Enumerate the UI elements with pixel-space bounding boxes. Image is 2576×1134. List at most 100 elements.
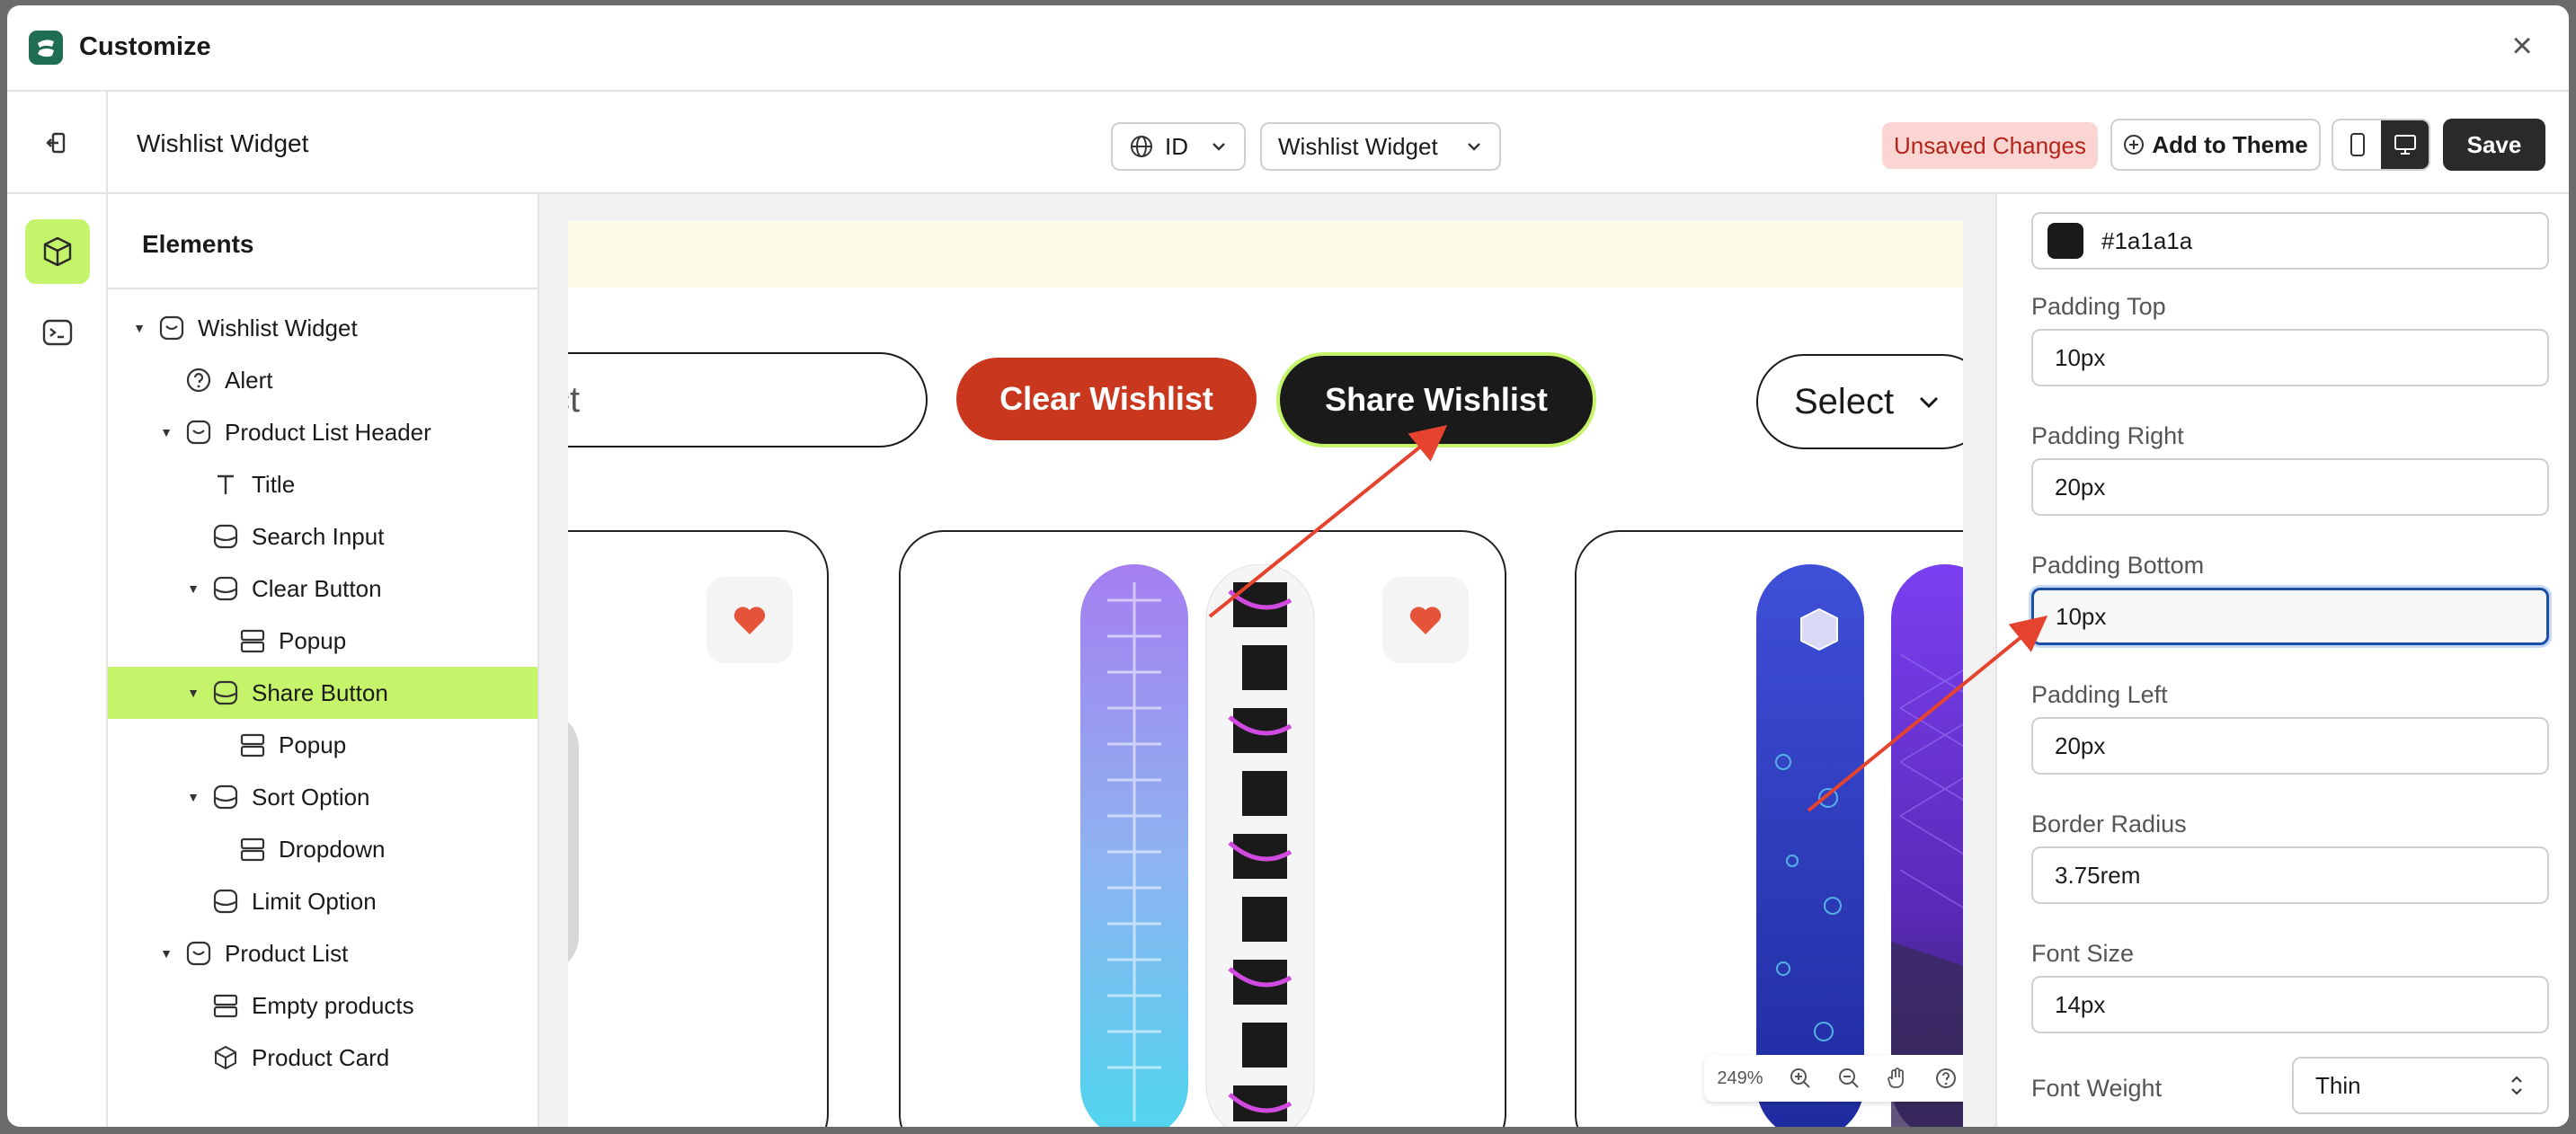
tree-item[interactable]: ▼ Wishlist Widget (108, 302, 537, 354)
tree-item[interactable]: Product Card (108, 1032, 537, 1084)
tree-item-label: Search Input (252, 522, 385, 550)
product-image (1756, 564, 1963, 1127)
pan-hand-icon[interactable] (1873, 1067, 1922, 1090)
product-image (1080, 564, 1315, 1127)
tree-item[interactable]: Dropdown (108, 823, 537, 875)
widget-select[interactable]: Wishlist Widget (1260, 122, 1501, 171)
widget-value: Wishlist Widget (1278, 132, 1438, 160)
add-to-theme-button[interactable]: Add to Theme (2110, 119, 2321, 171)
block-icon (210, 678, 241, 708)
tree-item-label: Limit Option (252, 887, 377, 915)
sort-select-value: Select (1794, 381, 1895, 421)
cube-icon (43, 236, 72, 267)
globe-icon (1131, 136, 1152, 157)
tree-item[interactable]: ▼ Share Button (108, 667, 537, 719)
heart-icon (733, 607, 766, 634)
divider (108, 288, 537, 289)
field-input[interactable]: 10px (2031, 329, 2549, 386)
sort-select[interactable]: Select (1756, 354, 1963, 449)
editor-header: Wishlist Widget ID Wishlist Widget Unsav… (7, 92, 2569, 194)
block-icon (210, 573, 241, 604)
field-label: Border Radius (2031, 811, 2187, 837)
tree-item-label: Sort Option (252, 783, 370, 811)
heart-icon (1409, 607, 1442, 634)
block-icon (210, 886, 241, 917)
tree-item[interactable]: ▼ Clear Button (108, 563, 537, 615)
exit-button[interactable] (7, 92, 108, 194)
title-bar: Customize × (7, 5, 2569, 92)
field-input[interactable]: 20px (2031, 717, 2549, 775)
tree-item[interactable]: ▼ Product List (108, 927, 537, 979)
caret-down-icon[interactable]: ▼ (156, 425, 176, 439)
clear-wishlist-button[interactable]: Clear Wishlist (956, 358, 1257, 440)
tree-item[interactable]: Popup (108, 615, 537, 667)
search-input[interactable]: ct (568, 352, 928, 447)
color-swatch[interactable] (2047, 223, 2083, 259)
tree-item-label: Product List Header (225, 418, 431, 446)
tree-item[interactable]: Title (108, 458, 537, 510)
language-select[interactable]: ID (1111, 122, 1246, 171)
device-toggle (2332, 119, 2430, 171)
zoom-out-icon[interactable] (1825, 1067, 1873, 1090)
desktop-view-button[interactable] (2381, 120, 2429, 169)
chevron-down-icon (1212, 143, 1225, 151)
tree-item[interactable]: ▼ Product List Header (108, 406, 537, 458)
code-tab[interactable] (25, 300, 90, 365)
font-weight-value: Thin (2315, 1071, 2361, 1099)
preview-frame: ct Clear Wishlist Share Wishlist Select (568, 221, 1963, 1127)
layout-icon (237, 730, 268, 760)
tree-item[interactable]: Search Input (108, 510, 537, 563)
font-weight-label: Font Weight (2031, 1075, 2163, 1102)
field-label: Padding Right (2031, 422, 2184, 449)
mobile-view-button[interactable] (2333, 120, 2381, 169)
tree-item[interactable]: ▼ Sort Option (108, 771, 537, 823)
caret-down-icon[interactable]: ▼ (183, 581, 203, 596)
chevron-down-icon (1468, 143, 1480, 151)
help-icon[interactable] (1922, 1067, 1963, 1090)
caret-down-icon[interactable]: ▼ (129, 321, 149, 335)
caret-down-icon[interactable]: ▼ (183, 790, 203, 804)
canvas[interactable]: ct Clear Wishlist Share Wishlist Select (539, 194, 1995, 1127)
zoom-toolbar: 249% (1704, 1055, 1963, 1102)
zoom-level: 249% (1717, 1068, 1763, 1088)
elements-title: Elements (142, 230, 254, 258)
product-card[interactable] (568, 530, 829, 1127)
tree-item-label: Share Button (252, 678, 388, 706)
field-input[interactable]: 20px (2031, 458, 2549, 516)
tree-item[interactable]: Limit Option (108, 875, 537, 927)
left-rail (7, 194, 108, 1127)
wishlist-heart-button[interactable] (706, 577, 793, 663)
color-field[interactable]: #1a1a1a (2031, 212, 2549, 270)
share-wishlist-button[interactable]: Share Wishlist (1280, 356, 1593, 444)
field-input[interactable]: 10px (2031, 588, 2549, 645)
image-placeholder-icon (568, 722, 579, 962)
exit-icon (46, 132, 66, 154)
tree-item[interactable]: Alert (108, 354, 537, 406)
product-card[interactable] (899, 530, 1506, 1127)
tree-item-label: Popup (279, 626, 347, 654)
color-value: #1a1a1a (2101, 226, 2193, 254)
text-icon (210, 469, 241, 500)
customize-window: Customize × Wishlist Widget ID Wishlist … (7, 5, 2569, 1127)
elements-tab[interactable] (25, 219, 90, 284)
wishlist-heart-button[interactable] (1382, 577, 1469, 663)
tree-item-label: Wishlist Widget (198, 314, 358, 341)
language-value: ID (1165, 132, 1188, 160)
field-label: Padding Bottom (2031, 552, 2205, 579)
field-input[interactable]: 14px (2031, 976, 2549, 1033)
block-icon (210, 782, 241, 812)
tree-item-label: Alert (225, 366, 273, 394)
caret-down-icon[interactable]: ▼ (183, 686, 203, 700)
widget-icon (156, 313, 187, 343)
product-card[interactable] (1575, 530, 1963, 1127)
caret-down-icon[interactable]: ▼ (156, 946, 176, 961)
save-button[interactable]: Save (2443, 119, 2545, 171)
tree-item[interactable]: Popup (108, 719, 537, 771)
close-icon[interactable]: × (2508, 28, 2536, 64)
field-input[interactable]: 3.75rem (2031, 846, 2549, 904)
zoom-in-icon[interactable] (1776, 1067, 1825, 1090)
block-icon (210, 521, 241, 552)
font-weight-select[interactable]: Thin (2292, 1057, 2549, 1114)
layout-icon (237, 834, 268, 864)
tree-item[interactable]: Empty products (108, 979, 537, 1032)
